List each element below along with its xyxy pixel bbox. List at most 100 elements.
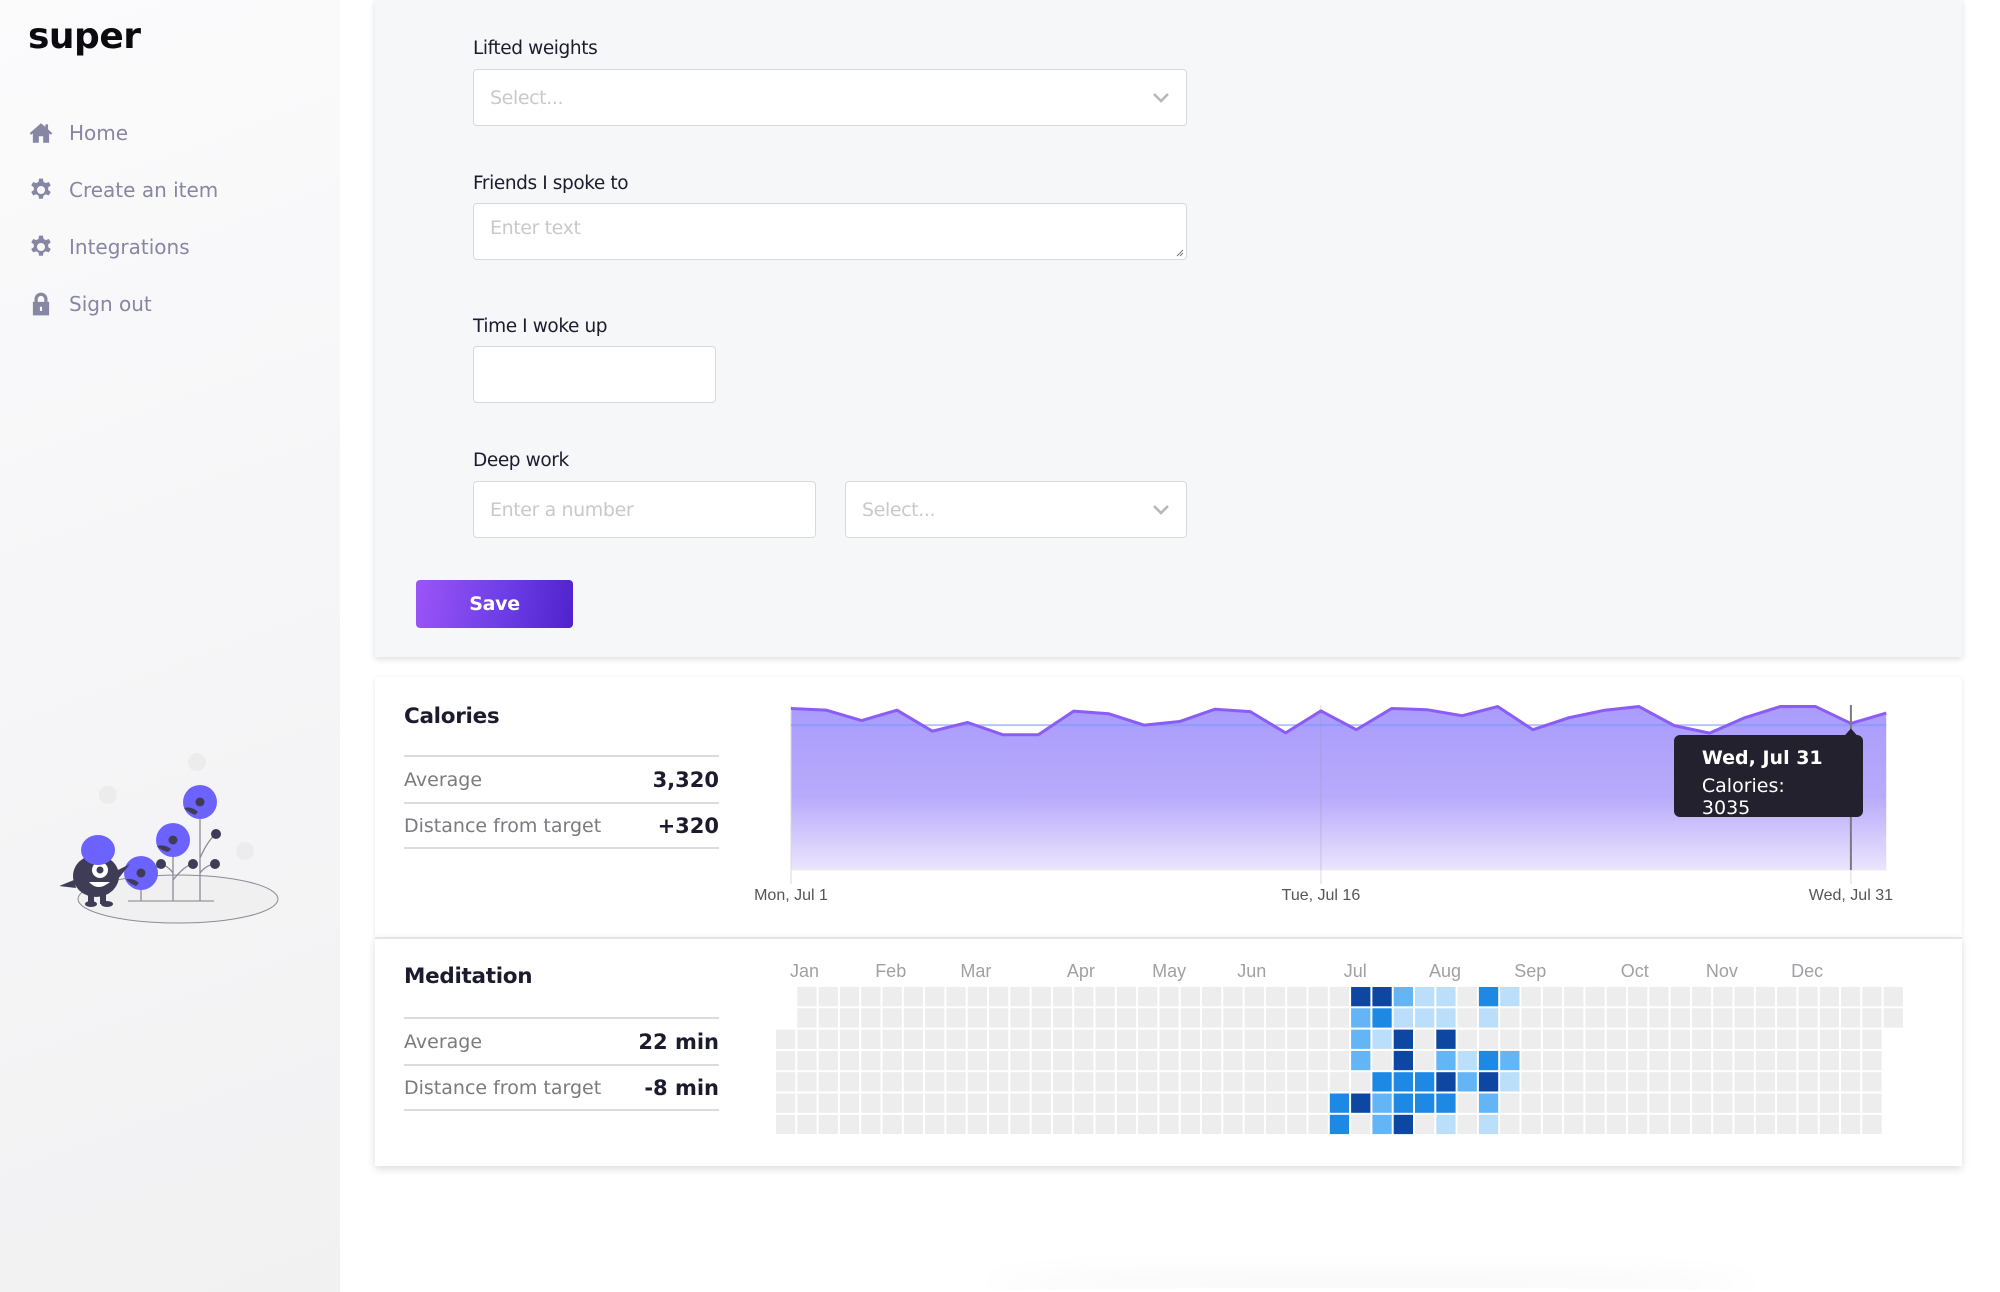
data-point[interactable] (1070, 707, 1078, 715)
heatmap-cell[interactable] (1478, 1029, 1499, 1049)
heatmap-cell[interactable] (903, 1072, 924, 1092)
heatmap-cell[interactable] (1095, 1093, 1115, 1113)
meditation-heatmap[interactable]: Jan Feb Mar Apr May Jun Jul Aug Sep Oct Nov Dec (375, 939, 1962, 1168)
heatmap-cell[interactable] (1521, 1008, 1541, 1028)
heatmap-cell[interactable] (903, 987, 924, 1007)
data-point[interactable] (1529, 726, 1537, 734)
heatmap-cell[interactable] (1329, 1050, 1350, 1071)
heatmap-cell[interactable] (1202, 1114, 1222, 1135)
heatmap-cell[interactable] (1819, 1050, 1839, 1071)
heatmap-cell[interactable] (1138, 1008, 1158, 1028)
data-point[interactable] (1564, 714, 1572, 722)
heatmap-cell[interactable] (1052, 1093, 1073, 1113)
heatmap-cell[interactable] (1564, 1029, 1584, 1049)
heatmap-cell[interactable] (818, 987, 838, 1007)
heatmap-cell[interactable] (1777, 1093, 1797, 1113)
data-point[interactable] (893, 706, 901, 714)
heatmap-cell[interactable] (1351, 1029, 1371, 1049)
heatmap-cell[interactable] (946, 1050, 966, 1071)
heatmap-cell[interactable] (1585, 1093, 1605, 1113)
heatmap-cell[interactable] (1862, 1050, 1882, 1071)
heatmap-cell[interactable] (861, 987, 881, 1007)
heatmap-cell[interactable] (1393, 987, 1413, 1007)
heatmap-cell[interactable] (1031, 1093, 1051, 1113)
data-point[interactable] (1600, 706, 1608, 714)
heatmap-cell[interactable] (1521, 1114, 1541, 1135)
heatmap-cell[interactable] (1415, 1072, 1435, 1092)
heatmap-cell[interactable] (1628, 1008, 1648, 1028)
heatmap-cell[interactable] (1372, 1008, 1392, 1028)
heatmap-cell[interactable] (1393, 1093, 1413, 1113)
heatmap-cell[interactable] (1819, 1093, 1839, 1113)
heatmap-cell[interactable] (903, 1008, 924, 1028)
heatmap-cell[interactable] (1372, 1072, 1392, 1092)
heatmap-cell[interactable] (1862, 1114, 1882, 1135)
heatmap-cell[interactable] (1862, 1072, 1882, 1092)
heatmap-cell[interactable] (1095, 1008, 1115, 1028)
heatmap-cell[interactable] (1649, 1072, 1669, 1092)
heatmap-cell[interactable] (776, 1093, 796, 1113)
heatmap-cell[interactable] (797, 1093, 817, 1113)
heatmap-cell[interactable] (1329, 1114, 1350, 1135)
heatmap-cell[interactable] (776, 1072, 796, 1092)
heatmap-cell[interactable] (1777, 1029, 1797, 1049)
heatmap-cell[interactable] (1351, 987, 1371, 1007)
heatmap-cell[interactable] (1500, 1008, 1520, 1028)
heatmap-cell[interactable] (1841, 1050, 1861, 1071)
data-point[interactable] (1317, 707, 1325, 715)
heatmap-cell[interactable] (1223, 987, 1243, 1007)
heatmap-cell[interactable] (925, 1072, 945, 1092)
heatmap-cell[interactable] (1138, 1114, 1158, 1135)
data-point[interactable] (1211, 705, 1219, 713)
heatmap-cell[interactable] (1265, 1029, 1286, 1049)
heatmap-cell[interactable] (946, 1029, 966, 1049)
data-point[interactable] (1494, 703, 1502, 711)
heatmap-cell[interactable] (1074, 1072, 1094, 1092)
heatmap-cell[interactable] (989, 1029, 1009, 1049)
heatmap-cell[interactable] (1393, 1008, 1413, 1028)
heatmap-cell[interactable] (1734, 1008, 1754, 1028)
heatmap-cell[interactable] (1819, 1008, 1839, 1028)
heatmap-cell[interactable] (797, 1114, 817, 1135)
heatmap-cell[interactable] (1819, 987, 1839, 1007)
heatmap-cell[interactable] (1628, 987, 1648, 1007)
heatmap-cell[interactable] (1542, 1093, 1563, 1113)
heatmap-cell[interactable] (1649, 1008, 1669, 1028)
heatmap-cell[interactable] (1415, 1029, 1435, 1049)
heatmap-cell[interactable] (1074, 1114, 1094, 1135)
sidebar-item-integrations[interactable]: Integrations (28, 218, 218, 275)
heatmap-cell[interactable] (1074, 987, 1094, 1007)
heatmap-cell[interactable] (839, 1008, 860, 1028)
heatmap-cell[interactable] (1564, 1114, 1584, 1135)
data-point[interactable] (822, 706, 830, 714)
heatmap-cell[interactable] (1052, 1114, 1073, 1135)
heatmap-cell[interactable] (1159, 1008, 1179, 1028)
heatmap-cell[interactable] (1457, 1008, 1477, 1028)
heatmap-cell[interactable] (1202, 1072, 1222, 1092)
heatmap-cell[interactable] (1798, 987, 1818, 1007)
heatmap-cell[interactable] (1521, 1072, 1541, 1092)
heatmap-cell[interactable] (1415, 987, 1435, 1007)
heatmap-cell[interactable] (1734, 1050, 1754, 1071)
heatmap-cell[interactable] (1841, 1072, 1861, 1092)
heatmap-cell[interactable] (1351, 1114, 1371, 1135)
friends-textarea[interactable]: Enter text (473, 203, 1187, 260)
heatmap-cell[interactable] (1116, 1029, 1137, 1049)
heatmap-cell[interactable] (1436, 1093, 1456, 1113)
heatmap-cell[interactable] (1755, 1029, 1776, 1049)
heatmap-cell[interactable] (925, 1050, 945, 1071)
heatmap-cell[interactable] (989, 1050, 1009, 1071)
heatmap-cell[interactable] (1180, 1008, 1200, 1028)
heatmap-cell[interactable] (1415, 1050, 1435, 1071)
heatmap-cell[interactable] (1202, 1029, 1222, 1049)
heatmap-cell[interactable] (1585, 1008, 1605, 1028)
heatmap-cell[interactable] (1351, 1008, 1371, 1028)
heatmap-cell[interactable] (1223, 1050, 1243, 1071)
heatmap-cell[interactable] (1478, 987, 1499, 1007)
heatmap-cell[interactable] (1244, 1072, 1264, 1092)
heatmap-cell[interactable] (967, 1008, 987, 1028)
heatmap-cell[interactable] (1372, 1029, 1392, 1049)
heatmap-cell[interactable] (1755, 1072, 1776, 1092)
heatmap-cell[interactable] (1074, 1029, 1094, 1049)
heatmap-cell[interactable] (1223, 1029, 1243, 1049)
